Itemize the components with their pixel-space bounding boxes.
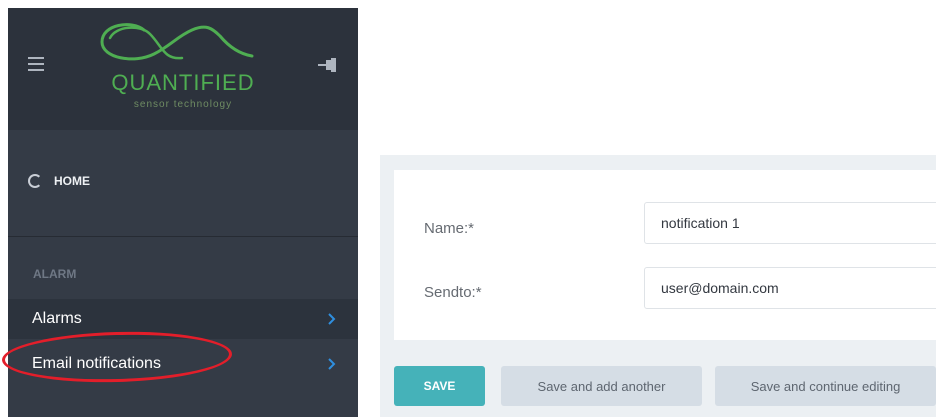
sidebar-item-alarms[interactable]: Alarms [8, 299, 358, 339]
name-label: Name:* [424, 220, 475, 237]
chevron-right-icon [328, 313, 336, 325]
logo-wave-icon [100, 23, 254, 61]
quantified-logo[interactable]: QUANTIFIED sensor technology [88, 20, 278, 115]
sidebar-item-label: Alarms [32, 310, 82, 327]
save-and-add-another-button[interactable]: Save and add another [501, 366, 702, 406]
sendto-input[interactable] [644, 267, 936, 309]
hamburger-menu-icon[interactable] [28, 57, 44, 71]
circle-spinner-icon [28, 174, 42, 188]
notification-form: Name:* Sendto:* [394, 170, 936, 340]
save-and-continue-editing-button[interactable]: Save and continue editing [715, 366, 936, 406]
main-content: Name:* Sendto:* SAVE Save and add anothe… [380, 155, 936, 417]
sidebar-item-home[interactable]: HOME [8, 130, 358, 236]
section-label-alarm: ALARM [33, 267, 77, 281]
home-label: HOME [54, 174, 90, 188]
save-button[interactable]: SAVE [394, 366, 485, 406]
chevron-right-icon [328, 358, 336, 370]
logo-tagline: sensor technology [133, 99, 233, 110]
sendto-label: Sendto:* [424, 284, 482, 301]
sidebar-header: QUANTIFIED sensor technology [8, 8, 358, 130]
logo-name: QUANTIFIED [111, 70, 255, 95]
sidebar-divider [8, 236, 358, 237]
pin-icon[interactable] [318, 58, 338, 72]
name-input[interactable] [644, 202, 936, 244]
